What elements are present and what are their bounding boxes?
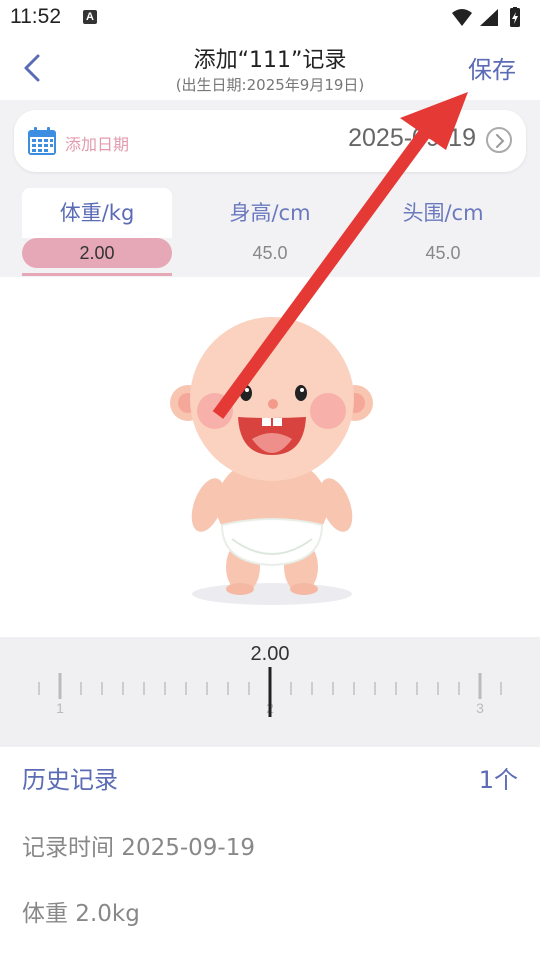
baby-illustration (170, 317, 373, 605)
page-title: 添加“111”记录 (193, 48, 347, 73)
signal-icon (480, 9, 498, 26)
tab-head-circumference[interactable]: 头围/cm (368, 188, 518, 238)
ruler-tick-label-3: 3 (476, 700, 484, 716)
date-picker-card[interactable]: 添加日期 2025-09-19 (14, 110, 526, 172)
ruler-tick-label-1: 1 (56, 700, 64, 716)
record-weight: 体重 2.0kg (22, 901, 140, 927)
head-circumference-value: 45.0 (425, 243, 461, 263)
status-bar: 11:52 A (0, 0, 540, 36)
chevron-right-circle-icon[interactable] (486, 127, 512, 153)
battery-icon (510, 7, 520, 27)
status-icons (450, 7, 530, 27)
notification-a-icon: A (83, 10, 97, 24)
baby-illustration-area (0, 277, 540, 637)
weight-value: 2.00 (22, 238, 172, 268)
record-time: 记录时间 2025-09-19 (22, 835, 255, 861)
history-count: 1个 (478, 766, 518, 794)
status-time: 11:52 (10, 5, 61, 28)
history-title: 历史记录 (22, 766, 118, 794)
height-value: 45.0 (252, 243, 288, 263)
tab-height[interactable]: 身高/cm (195, 188, 345, 238)
active-tab-indicator (22, 273, 172, 276)
date-value[interactable]: 2025-09-19 (348, 124, 476, 153)
date-label: 添加日期 (65, 135, 130, 154)
wifi-icon (452, 9, 472, 26)
save-button[interactable]: 保存 (468, 50, 516, 85)
tab-weight[interactable]: 体重/kg (22, 188, 172, 238)
birth-date-subtitle: (出生日期:2025年9月19日) (175, 76, 365, 94)
measurement-panel: 添加日期 2025-09-19 体重/kg 身高/cm 头围/cm 2.00 4… (0, 100, 540, 277)
value-ruler[interactable]: 2.00 1 2 3 (0, 637, 540, 747)
app-header: 添加“111”记录 (出生日期:2025年9月19日) 保存 (0, 36, 540, 100)
ruler-scale[interactable]: 1 2 3 (0, 637, 540, 747)
calendar-icon (28, 127, 56, 155)
